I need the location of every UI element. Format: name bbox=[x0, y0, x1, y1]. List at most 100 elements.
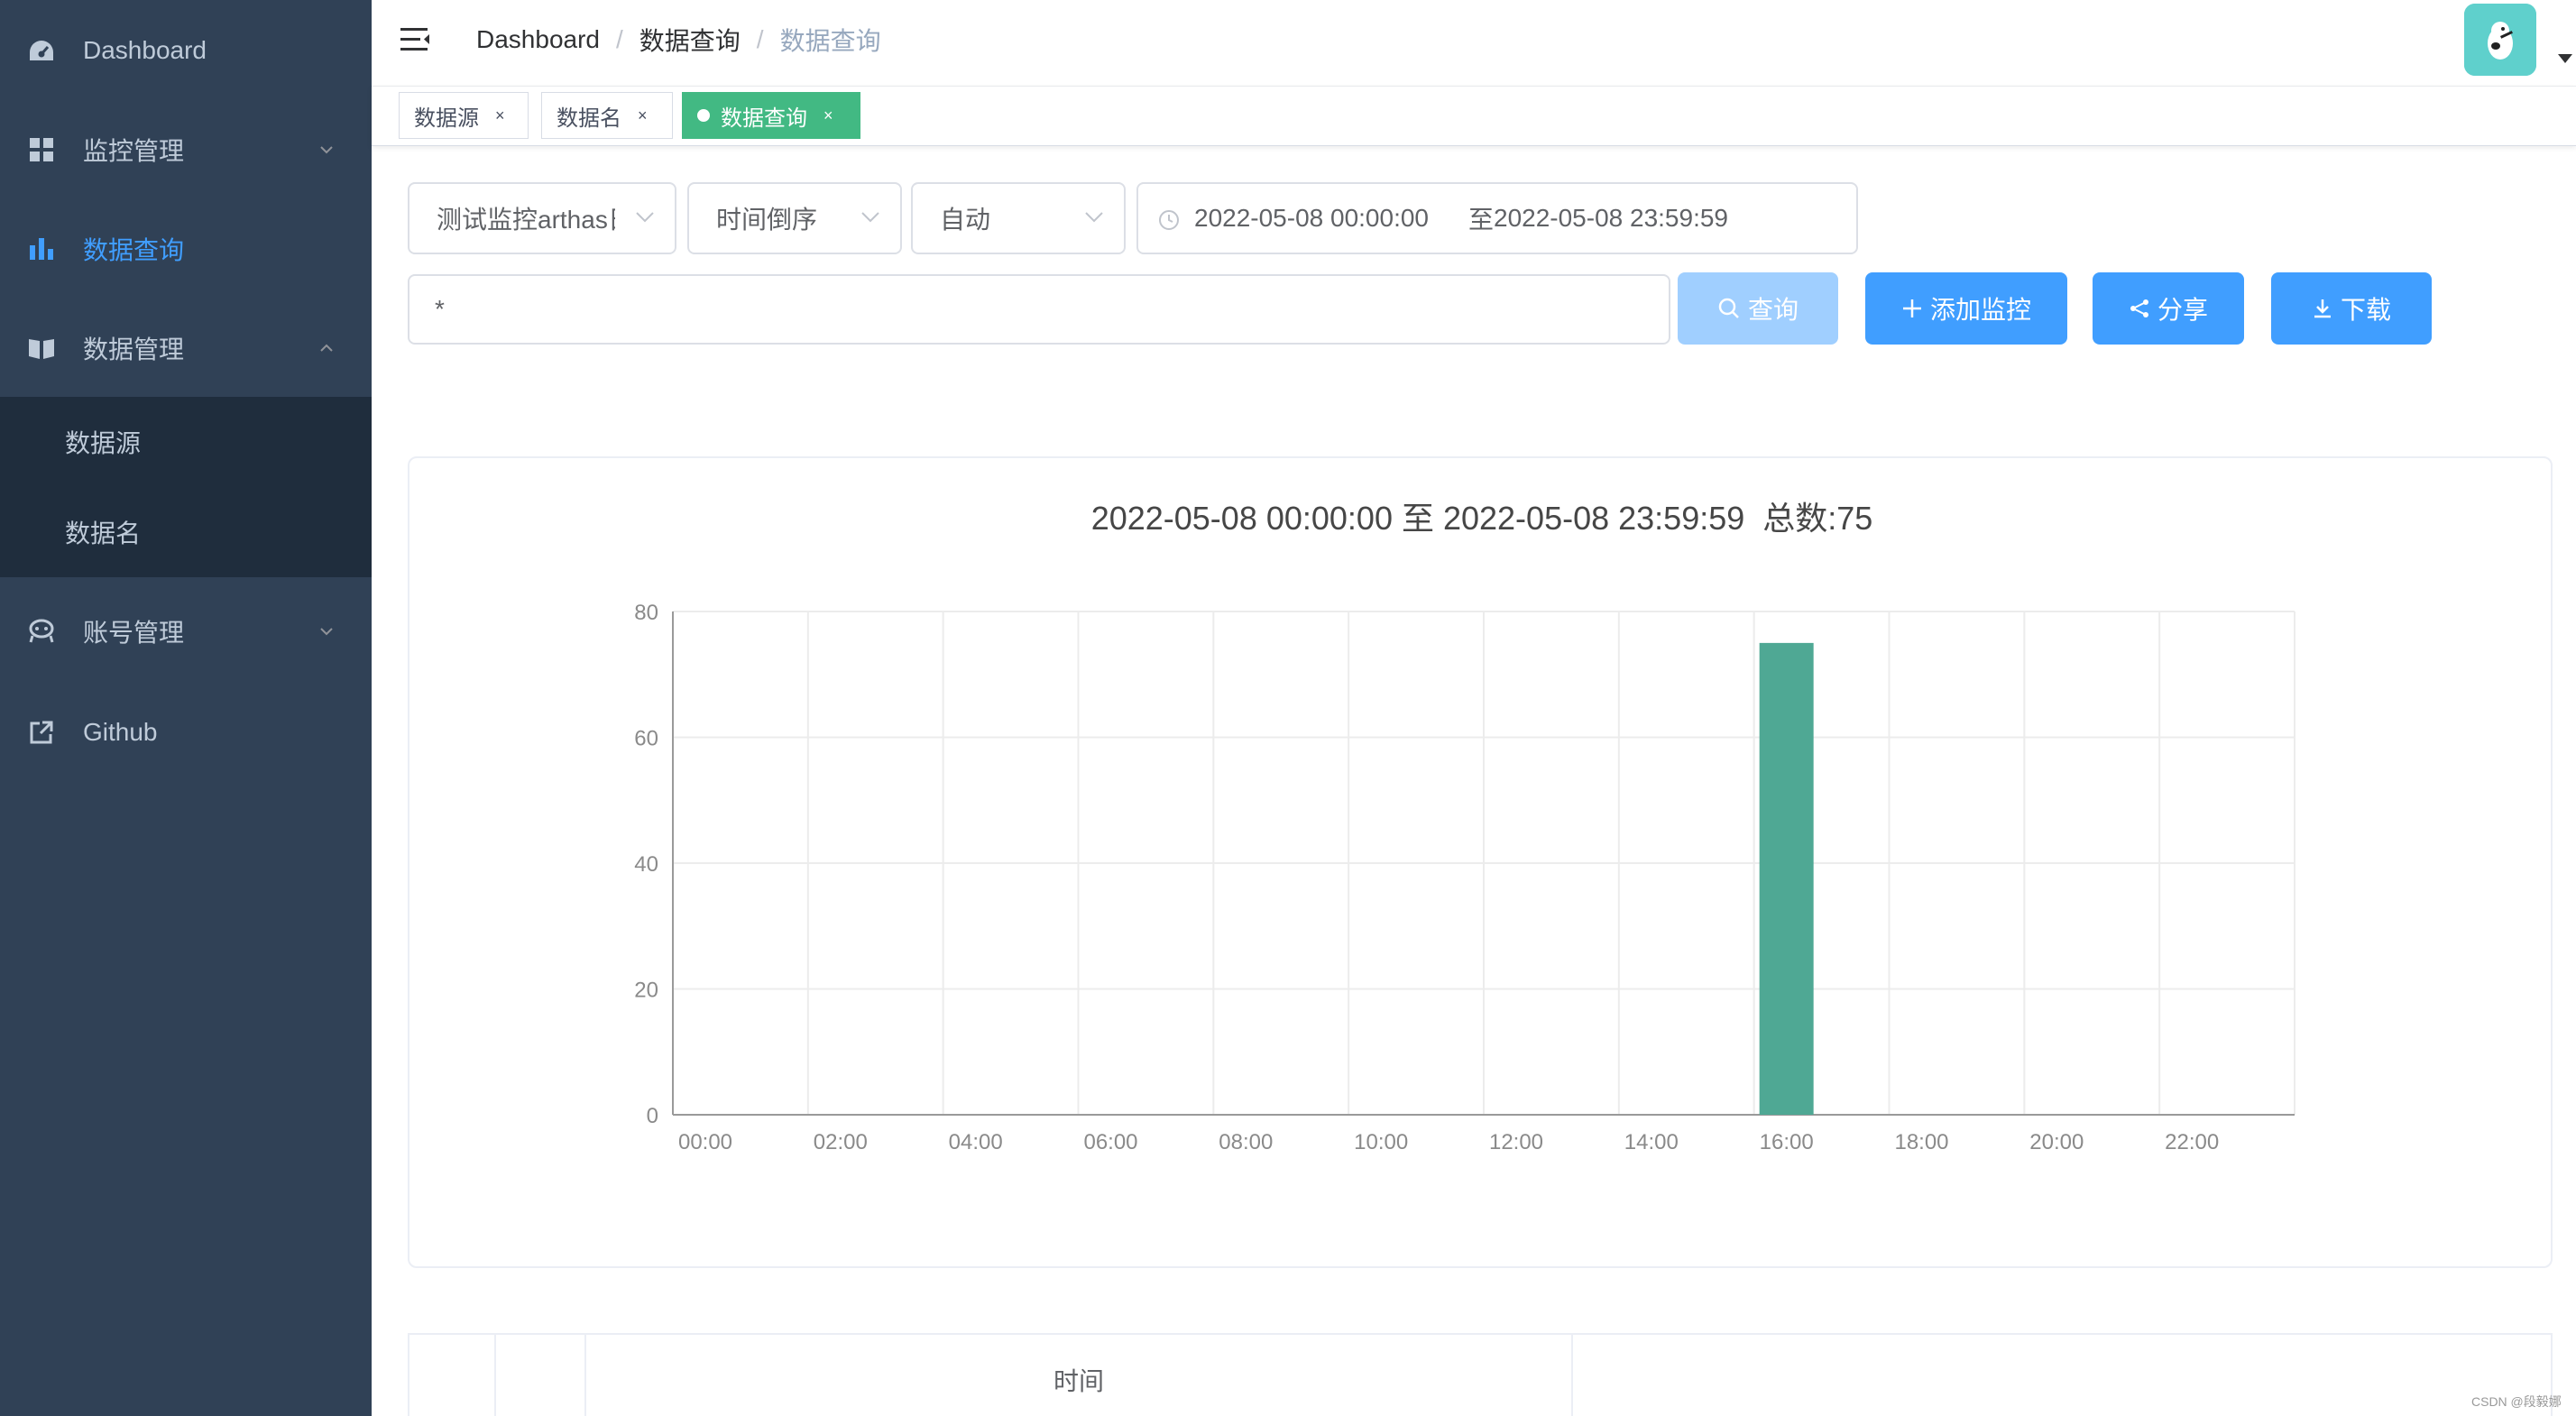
close-icon[interactable]: × bbox=[495, 106, 505, 125]
chevron-up-icon bbox=[320, 344, 333, 352]
x-tick-label: 14:00 bbox=[1624, 1130, 1679, 1154]
table-header-index bbox=[496, 1335, 586, 1416]
chevron-down-icon bbox=[320, 146, 333, 154]
peoples-icon bbox=[27, 617, 56, 646]
chart-panel: 2022-05-08 00:00:00 至 2022-05-08 23:59:5… bbox=[408, 456, 2553, 1268]
share-button[interactable]: 分享 bbox=[2093, 272, 2244, 345]
external-link-icon bbox=[27, 718, 56, 747]
query-button-label: 查询 bbox=[1747, 296, 1799, 324]
x-tick-label: 22:00 bbox=[2165, 1130, 2219, 1154]
download-button-label: 下载 bbox=[2340, 296, 2391, 324]
active-dot-icon bbox=[697, 109, 710, 122]
x-tick-label: 08:00 bbox=[1219, 1130, 1273, 1154]
datasource-select-value: 测试监控arthas日志 bbox=[437, 206, 615, 234]
close-icon[interactable]: × bbox=[823, 106, 833, 125]
plus-icon bbox=[1902, 299, 1921, 317]
table-header-time[interactable]: 时间 bbox=[586, 1335, 1573, 1416]
y-tick-label: 0 bbox=[647, 1104, 658, 1128]
chevron-down-icon bbox=[861, 212, 879, 223]
sidebar-item-dashboard[interactable]: Dashboard bbox=[0, 0, 372, 101]
breadcrumb-item-current: 数据查询 bbox=[779, 27, 881, 55]
datasource-select[interactable]: 测试监控arthas日志 bbox=[408, 182, 676, 254]
x-tick-label: 12:00 bbox=[1489, 1130, 1543, 1154]
submenu-data-manage: 数据源 数据名 bbox=[0, 397, 372, 577]
sidebar-item-label: 账号管理 bbox=[83, 619, 185, 647]
download-button[interactable]: 下载 bbox=[2271, 272, 2432, 345]
date-range-separator: 至 bbox=[1468, 206, 1495, 234]
x-tick-label: 00:00 bbox=[678, 1130, 732, 1154]
grid-icon bbox=[27, 135, 56, 164]
watermark: CSDN @段毅娜 bbox=[2471, 1394, 2562, 1409]
x-tick-label: 06:00 bbox=[1083, 1130, 1137, 1154]
app-root: Dashboard 监控管理 数据查询 数据管理 数据源 数据名 账号管理 Gi… bbox=[0, 0, 2576, 1416]
x-tick-label: 10:00 bbox=[1354, 1130, 1408, 1154]
tag-dataname[interactable]: 数据名 × bbox=[541, 92, 673, 139]
book-icon bbox=[27, 334, 56, 363]
tag-label: 数据源 bbox=[414, 106, 479, 131]
x-tick-label: 02:00 bbox=[814, 1130, 868, 1154]
sidebar-item-account[interactable]: 账号管理 bbox=[0, 581, 372, 682]
tag-data-query[interactable]: 数据查询 × bbox=[682, 92, 860, 139]
histogram-chart[interactable]: 0 20 40 60 80 00:00 02:00 04:00 06:00 08:00 10:00 1… bbox=[409, 458, 2554, 1270]
chart-bar[interactable] bbox=[1759, 642, 1814, 1115]
add-monitor-button-label: 添加监控 bbox=[1929, 296, 2031, 324]
sidebar: Dashboard 监控管理 数据查询 数据管理 数据源 数据名 账号管理 Gi… bbox=[0, 0, 372, 1416]
y-tick-label: 20 bbox=[634, 979, 658, 1003]
sidebar-item-github[interactable]: Github bbox=[0, 682, 372, 783]
query-button[interactable]: 查询 bbox=[1678, 272, 1838, 345]
log-table: 时间 bbox=[408, 1333, 2553, 1416]
share-icon bbox=[2130, 299, 2148, 317]
interval-select-value: 自动 bbox=[940, 206, 991, 234]
sidebar-item-data-manage[interactable]: 数据管理 bbox=[0, 298, 372, 399]
x-tick-label: 16:00 bbox=[1760, 1130, 1814, 1154]
order-select[interactable]: 时间倒序 bbox=[687, 182, 902, 254]
add-monitor-button[interactable]: 添加监控 bbox=[1865, 272, 2067, 345]
avatar[interactable] bbox=[2464, 4, 2536, 76]
sidebar-item-label: 数据查询 bbox=[83, 236, 185, 264]
tags-view: 数据源 × 数据名 × 数据查询 × bbox=[372, 87, 2576, 146]
query-input[interactable]: * bbox=[408, 274, 1670, 345]
sidebar-item-label: Dashboard bbox=[83, 36, 207, 64]
bar-chart-icon bbox=[27, 234, 56, 263]
sidebar-subitem-datasource[interactable]: 数据源 bbox=[0, 397, 372, 487]
date-range-end[interactable]: 2022-05-08 23:59:59 bbox=[1494, 204, 1728, 233]
breadcrumb-item-data-query[interactable]: 数据查询 bbox=[639, 22, 741, 58]
sidebar-subitem-label: 数据源 bbox=[65, 429, 142, 457]
sidebar-item-label: 数据管理 bbox=[83, 336, 185, 363]
table-header-content bbox=[1573, 1335, 2551, 1416]
dashboard-icon bbox=[27, 36, 56, 65]
date-range-picker[interactable]: 2022-05-08 00:00:00 至 2022-05-08 23:59:5… bbox=[1136, 182, 1858, 254]
search-icon bbox=[1718, 298, 1739, 318]
sidebar-item-data-query[interactable]: 数据查询 bbox=[0, 198, 372, 299]
tag-label: 数据查询 bbox=[721, 106, 807, 131]
share-button-label: 分享 bbox=[2157, 296, 2208, 324]
avatar-image bbox=[2464, 4, 2536, 76]
order-select-value: 时间倒序 bbox=[716, 206, 818, 234]
y-tick-label: 40 bbox=[634, 852, 658, 877]
sidebar-item-label: Github bbox=[83, 718, 158, 746]
breadcrumb-item-dashboard[interactable]: Dashboard bbox=[476, 25, 600, 54]
caret-down-icon[interactable] bbox=[2558, 54, 2572, 63]
chevron-down-icon bbox=[1085, 212, 1103, 223]
navbar: Dashboard / 数据查询 / 数据查询 bbox=[372, 0, 2576, 87]
y-tick-label: 80 bbox=[634, 601, 658, 625]
breadcrumb-separator: / bbox=[615, 25, 623, 53]
x-tick-label: 04:00 bbox=[949, 1130, 1003, 1154]
breadcrumb-separator: / bbox=[756, 25, 764, 53]
close-icon[interactable]: × bbox=[638, 106, 648, 125]
clock-icon bbox=[1159, 210, 1179, 230]
sidebar-item-monitor[interactable]: 监控管理 bbox=[0, 99, 372, 200]
chevron-down-icon bbox=[636, 212, 654, 223]
x-tick-label: 18:00 bbox=[1894, 1130, 1948, 1154]
y-tick-label: 60 bbox=[634, 727, 658, 751]
date-range-start[interactable]: 2022-05-08 00:00:00 bbox=[1194, 204, 1429, 233]
download-icon bbox=[2314, 299, 2331, 318]
chevron-down-icon bbox=[320, 628, 333, 636]
query-input-value: * bbox=[435, 295, 445, 323]
tag-datasource[interactable]: 数据源 × bbox=[399, 92, 529, 139]
sidebar-subitem-label: 数据名 bbox=[65, 520, 142, 547]
sidebar-subitem-dataname[interactable]: 数据名 bbox=[0, 487, 372, 577]
interval-select[interactable]: 自动 bbox=[911, 182, 1126, 254]
hamburger-icon[interactable] bbox=[399, 25, 431, 54]
x-tick-label: 20:00 bbox=[2029, 1130, 2084, 1154]
